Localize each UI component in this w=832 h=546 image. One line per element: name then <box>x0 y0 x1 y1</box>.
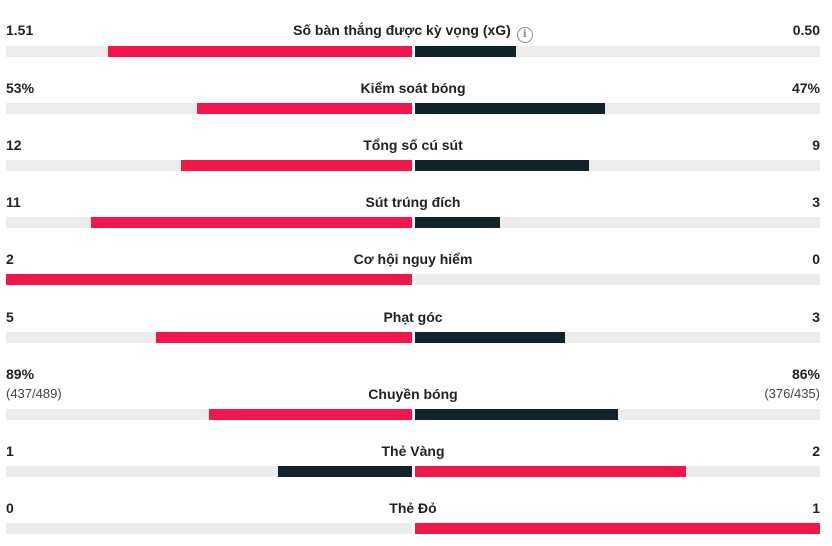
home-bar-track <box>6 523 412 534</box>
home-bar-fill <box>156 332 412 343</box>
away-bar-fill <box>415 332 565 343</box>
away-bar-track <box>415 160 820 171</box>
home-bar-track <box>6 46 412 57</box>
home-bar-track <box>6 217 412 228</box>
home-bar-track <box>6 103 412 114</box>
home-bar-fill <box>196 103 412 114</box>
home-bar-track <box>6 274 412 285</box>
away-bar-track <box>415 274 820 285</box>
home-bar-track <box>6 332 412 343</box>
stat-label-text: Thẻ Vàng <box>381 443 445 459</box>
away-bar-fill <box>415 523 820 534</box>
home-bar-fill <box>180 160 412 171</box>
home-bar-track <box>6 409 412 420</box>
home-bar-fill <box>91 217 412 228</box>
away-bar-track <box>415 466 820 477</box>
info-icon[interactable]: i <box>516 27 533 43</box>
stat-label-text: Cơ hội nguy hiểm <box>353 251 473 267</box>
home-bar-fill <box>209 409 412 420</box>
stat-label-text: Thẻ Đỏ <box>389 500 437 516</box>
home-bar-track <box>6 160 412 171</box>
home-bar-track <box>6 466 412 477</box>
stat-label: Tổng số cú sút <box>0 137 826 153</box>
home-bar-fill <box>278 466 412 477</box>
away-bar-track <box>415 523 820 534</box>
stat-label-text: Sút trúng đích <box>365 194 461 210</box>
away-bar-track <box>415 409 820 420</box>
away-bar-track <box>415 217 820 228</box>
away-bar-track <box>415 103 820 114</box>
match-stats-panel: 1.51 0.50 Số bàn thắng được kỳ vọng (xG) i 5… <box>0 0 832 546</box>
home-bar-fill <box>6 274 412 285</box>
away-bar-track <box>415 46 820 57</box>
away-bar-track <box>415 332 820 343</box>
stat-label-text: Phạt góc <box>383 309 443 325</box>
away-bar-fill <box>415 217 501 228</box>
stat-label: Kiểm soát bóng <box>0 80 826 96</box>
away-bar-fill <box>415 103 606 114</box>
away-bar-fill <box>415 409 618 420</box>
stat-label: Cơ hội nguy hiểm <box>0 251 826 267</box>
stat-label: Thẻ Vàng <box>0 443 826 459</box>
stat-label: Số bàn thắng được kỳ vọng (xG) i <box>0 22 826 43</box>
stat-label-text: Tổng số cú sút <box>363 137 463 153</box>
home-value: 89% <box>6 366 35 382</box>
away-bar-fill <box>415 46 517 57</box>
away-bar-fill <box>415 466 687 477</box>
away-bar-fill <box>415 160 590 171</box>
stat-label-text: Chuyền bóng <box>368 386 458 402</box>
stat-label-text: Kiểm soát bóng <box>360 80 466 96</box>
stat-label: Chuyền bóng <box>0 386 826 402</box>
away-value: 86% <box>791 366 820 382</box>
stat-label: Thẻ Đỏ <box>0 500 826 516</box>
stat-label: Sút trúng đích <box>0 194 826 210</box>
home-bar-fill <box>107 46 412 57</box>
stat-label-text: Số bàn thắng được kỳ vọng (xG) <box>293 22 511 38</box>
stat-label: Phạt góc <box>0 309 826 325</box>
